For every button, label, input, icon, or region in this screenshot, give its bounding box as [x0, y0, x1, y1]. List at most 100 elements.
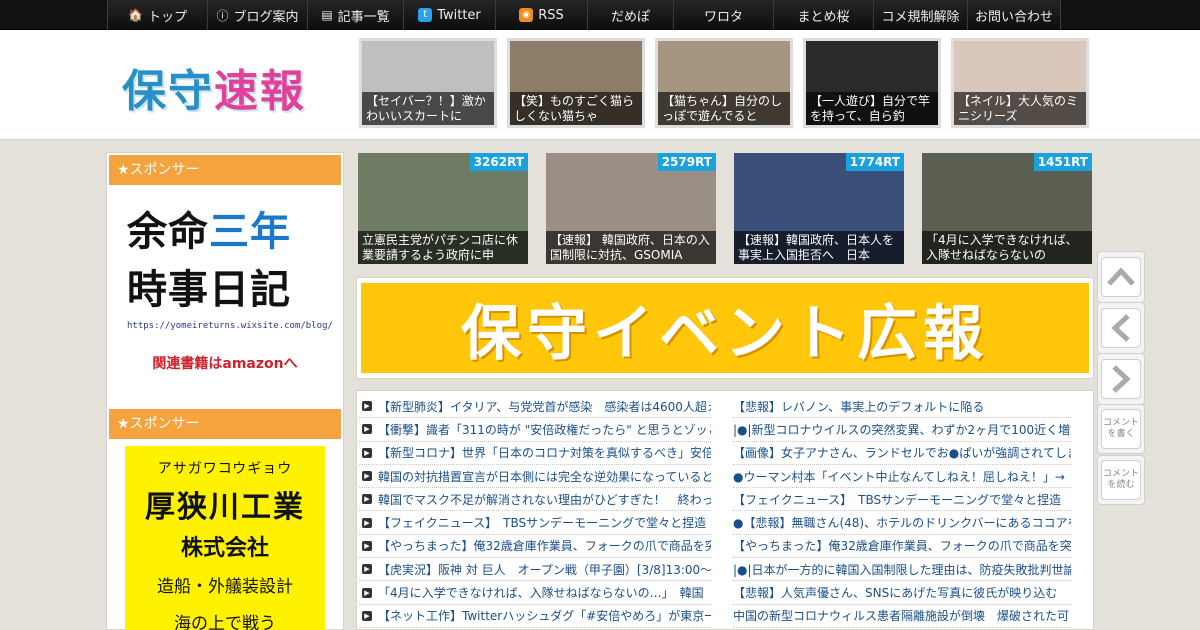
header-thumbnail[interactable]: 【セイバー？！】激かわいいスカートに	[359, 38, 497, 128]
scroll-top-button[interactable]	[1097, 251, 1145, 303]
previous-button[interactable]	[1097, 302, 1145, 354]
nav-item[interactable]: ワロタ	[673, 0, 773, 30]
ad-title-line2: 時事日記	[127, 267, 291, 313]
play-bullet-icon: ▶	[362, 471, 372, 482]
thumbnail-caption: 【ネイル】大人気のミニシリーズ	[954, 92, 1086, 125]
article-link[interactable]: ●ウーマン村本「イベント中止なんてしねえ！屈しねえ！」→	[733, 465, 1071, 489]
chevron-right-icon	[1101, 359, 1141, 399]
article-link[interactable]: ●【悲報】無職さん(48)、ホテルのドリンクバーにあるココアを	[733, 511, 1071, 535]
ad-company-type: 株式会社	[180, 536, 269, 561]
ranking-thumbnail[interactable]: 1774RT 【速報】韓国政府、日本人を事実上入国拒否へ 日本	[734, 153, 904, 264]
article-title: 中国の新型コロナウィルス患者隔離施設が倒壊 爆破された可	[733, 609, 1070, 624]
twitter-icon: t	[418, 8, 433, 22]
header-thumbnail[interactable]: 【一人遊び】自分で竿を持って、自ら釣	[803, 38, 941, 128]
logo-char: 保	[122, 66, 168, 117]
list-icon: ▤	[321, 8, 333, 22]
write-comment-button[interactable]: コメントを書く	[1097, 404, 1145, 454]
play-bullet-icon: ▶	[362, 540, 372, 551]
article-link[interactable]: ▶ 【ネット工作】Twitterハッシュダグ「#安倍やめろ」が東京一極	[359, 605, 711, 628]
ad-company-desc: 造船・外艤装設計	[157, 577, 293, 597]
article-link[interactable]: ▶ 韓国でマスク不足が解消されない理由がひどすぎた！ 終わってる	[359, 488, 711, 512]
thumbnail-caption: 【速報】韓国政府、日本人を事実上入国拒否へ 日本	[734, 231, 904, 264]
article-title: 【ネット工作】Twitterハッシュダグ「#安倍やめろ」が東京一極	[378, 609, 711, 624]
sponsor-ad-asagawa[interactable]: アサガワコウギョウ 厚狭川工業 株式会社 造船・外艤装設計 海の上で戦う	[125, 446, 325, 630]
article-title: 【やっちまった】俺32歳倉庫作業員、フォークの爪で商品を突き	[733, 539, 1071, 554]
article-link[interactable]: ▶ 【虎実況】阪神 対 巨人 オープン戦（甲子園）[3/8]13:00～他	[359, 558, 711, 582]
play-bullet-icon: ▶	[362, 401, 372, 412]
sponsor-heading: ★スポンサー	[109, 409, 341, 439]
nav-item-label: まとめ桜	[797, 9, 850, 25]
nav-item-label: Twitter	[437, 7, 481, 23]
header-thumbnail[interactable]: 【ネイル】大人気のミニシリーズ	[951, 38, 1089, 128]
write-comment-label: コメントを書く	[1102, 418, 1139, 439]
logo-char: 報	[260, 66, 306, 117]
rss-icon: ◉	[519, 8, 534, 22]
nav-item[interactable]: ▤ 記事一覧	[307, 0, 403, 30]
nav-item[interactable]: だめぽ	[587, 0, 673, 30]
nav-item-label: コメ規制解除	[881, 9, 960, 25]
ranking-thumbnail[interactable]: 3262RT 立憲民主党がパチンコ店に休業要請するよう政府に申	[358, 153, 528, 264]
retweet-count-badge: 1451RT	[1033, 153, 1092, 171]
article-link[interactable]: ▶ 【フェイクニュース】 TBSサンデーモーニングで堂々と捏造	[359, 511, 711, 535]
article-link[interactable]: ▶ 【やっちまった】俺32歳倉庫作業員、フォークの爪で商品を突き	[359, 535, 711, 559]
article-title: 【虎実況】阪神 対 巨人 オープン戦（甲子園）[3/8]13:00～他	[378, 562, 711, 577]
thumbnail-caption: 【セイバー？！】激かわいいスカートに	[362, 92, 494, 125]
article-link[interactable]: 【画像】女子アナさん、ランドセルでお●ぱいが強調されてしまう	[733, 442, 1071, 465]
article-link[interactable]: ▶ 【新型肺炎】イタリア、与党党首が感染 感染者は4600人超え	[359, 395, 711, 419]
read-comment-button[interactable]: コメントを読む	[1097, 455, 1145, 505]
nav-item[interactable]: ⓘ ブログ案内	[207, 0, 307, 30]
sponsor-ad-yomei[interactable]: 余命三年 時事日記 https://yomeireturns.wixsite.c…	[127, 203, 333, 373]
nav-items: 🏠 トップ ⓘ ブログ案内 ▤ 記事一覧 t Twitter ◉ RSS だめぽ ワロタ まとめ桜 コメ規…	[107, 0, 1061, 30]
article-link[interactable]: 【悲報】人気声優さん、SNSにあげた写真に彼氏が映り込む	[733, 581, 1071, 605]
nav-item[interactable]: コメ規制解除	[873, 0, 967, 30]
play-bullet-icon: ▶	[362, 494, 372, 505]
play-bullet-icon: ▶	[362, 564, 372, 575]
left-sidebar: ★スポンサー 余命三年 時事日記 https://yomeireturns.wi…	[106, 152, 344, 630]
header-thumbnail[interactable]: 【猫ちゃん】自分のしっぽで遊んでると	[655, 38, 793, 128]
article-title: 【悲報】人気声優さん、SNSにあげた写真に彼氏が映り込む	[733, 586, 1058, 601]
retweet-count-badge: 3262RT	[469, 153, 528, 171]
ad-title-part: 余命	[127, 209, 209, 255]
sponsor-heading: ★スポンサー	[109, 155, 341, 185]
ranking-thumbnail[interactable]: 1451RT 「4月に入学できなければ、入隊せねばならないの	[922, 153, 1092, 264]
article-title: 「4月に入学できなければ、入隊せねばならないの…」 韓国	[378, 586, 704, 601]
article-title: 【画像】女子アナさん、ランドセルでお●ぱいが強調されてしまう	[733, 446, 1071, 461]
read-comment-label: コメントを読む	[1102, 469, 1139, 490]
nav-item-label: だめぽ	[610, 9, 650, 25]
thumbnail-caption: 「4月に入学できなければ、入隊せねばならないの	[922, 231, 1092, 264]
logo-char: 守	[168, 66, 214, 117]
site-logo[interactable]: 保守速報	[122, 55, 306, 119]
logo-char: 速	[214, 66, 260, 117]
retweet-count-badge: 1774RT	[845, 153, 904, 171]
article-link[interactable]: 【やっちまった】俺32歳倉庫作業員、フォークの爪で商品を突き	[733, 535, 1071, 559]
nav-item[interactable]: t Twitter	[403, 0, 495, 30]
article-link[interactable]: 【フェイクニュース】 TBSサンデーモーニングで堂々と捏造	[733, 488, 1071, 512]
article-link[interactable]: ▶ 【新型コロナ】世界「日本のコロナ対策を真似するべき」安倍	[359, 442, 711, 465]
amazon-link[interactable]: 関連書籍はamazonへ	[127, 353, 323, 373]
play-bullet-icon: ▶	[362, 424, 372, 435]
article-title: 韓国でマスク不足が解消されない理由がひどすぎた！ 終わってる	[378, 492, 711, 507]
nav-item[interactable]: お問い合わせ	[967, 0, 1061, 30]
nav-item[interactable]: 🏠 トップ	[107, 0, 207, 30]
nav-item-label: トップ	[147, 9, 187, 25]
ranking-thumbnail[interactable]: 2579RT 【速報】 韓国政府、日本の入国制限に対抗、GSOMIA	[546, 153, 716, 264]
play-bullet-icon: ▶	[362, 610, 372, 621]
play-bullet-icon: ▶	[362, 517, 372, 528]
article-link[interactable]: |●|日本が一方的に韓国入国制限した理由は、防疫失敗批判世論	[733, 558, 1071, 582]
header-thumbnail[interactable]: 【笑】ものすごく猫らしくない猫ちゃ	[507, 38, 645, 128]
article-title: 【衝撃】識者「311の時が "安倍政権だったら" と思うとゾッとする」	[378, 422, 711, 437]
article-title: |●|新型コロナウイルスの突然変異、わずか2ヶ月で100近く増加	[733, 422, 1071, 437]
article-link[interactable]: ▶ 「4月に入学できなければ、入隊せねばならないの…」 韓国	[359, 581, 711, 605]
article-link[interactable]: ▶ 韓国の対抗措置宣言が日本側には完全な逆効果になっているという	[359, 465, 711, 489]
article-link[interactable]: ▶ 【衝撃】識者「311の時が "安倍政権だったら" と思うとゾッとする」	[359, 418, 711, 442]
nav-item-label: ワロタ	[703, 9, 743, 25]
next-button[interactable]	[1097, 353, 1145, 405]
nav-item[interactable]: ◉ RSS	[495, 0, 587, 30]
article-link[interactable]: 中国の新型コロナウィルス患者隔離施設が倒壊 爆破された可	[733, 605, 1071, 628]
article-link[interactable]: |●|新型コロナウイルスの突然変異、わずか2ヶ月で100近く増加	[733, 418, 1071, 442]
event-banner[interactable]: 保守イベント広報	[361, 283, 1089, 373]
nav-item-label: ブログ案内	[233, 9, 299, 25]
thumbnail-caption: 立憲民主党がパチンコ店に休業要請するよう政府に申	[358, 231, 528, 264]
nav-item[interactable]: まとめ桜	[773, 0, 873, 30]
article-link[interactable]: 【悲報】レバノン、事実上のデフォルトに陥る	[733, 395, 1071, 419]
